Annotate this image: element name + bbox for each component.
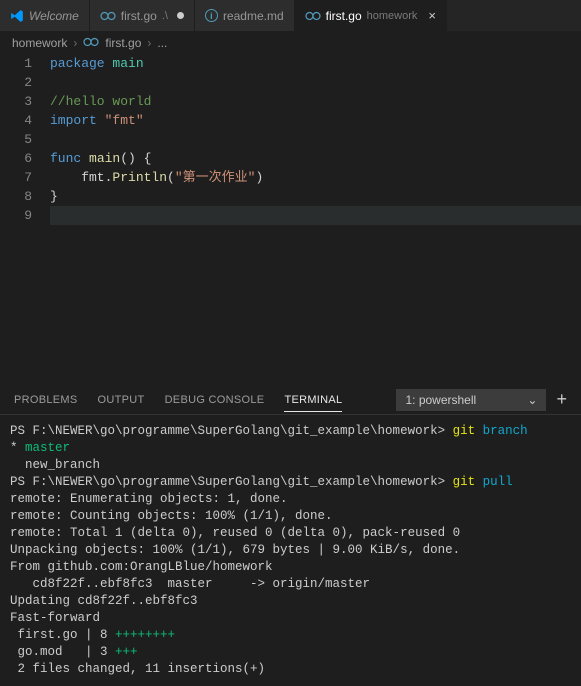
close-icon[interactable]: ×: [428, 8, 436, 23]
line-number: 8: [0, 187, 32, 206]
tab-3[interactable]: first.go homework ×: [295, 0, 447, 31]
tab-output[interactable]: OUTPUT: [98, 394, 145, 406]
terminal-line: remote: Total 1 (delta 0), reused 0 (del…: [10, 525, 571, 542]
terminal-line: Fast-forward: [10, 610, 571, 627]
code-line[interactable]: [50, 73, 581, 92]
code-line[interactable]: import "fmt": [50, 111, 581, 130]
go-icon: [100, 10, 116, 22]
line-gutter: 123456789: [0, 54, 50, 225]
tab-desc: .\: [162, 10, 168, 22]
code-line[interactable]: }: [50, 187, 581, 206]
line-number: 3: [0, 92, 32, 111]
code-line[interactable]: //hello world: [50, 92, 581, 111]
terminal-dropdown-label: 1: powershell: [405, 393, 476, 407]
terminal-dropdown[interactable]: 1: powershell ⌄: [396, 389, 546, 411]
chevron-right-icon: ›: [147, 36, 151, 50]
line-number: 7: [0, 168, 32, 187]
tab-0[interactable]: Welcome: [0, 0, 90, 31]
line-number: 5: [0, 130, 32, 149]
info-icon: i: [205, 9, 218, 22]
tab-terminal[interactable]: TERMINAL: [284, 394, 342, 412]
tab-problems[interactable]: PROBLEMS: [14, 394, 78, 406]
line-number: 1: [0, 54, 32, 73]
terminal-line: first.go | 8 ++++++++: [10, 627, 571, 644]
breadcrumb-ellipsis: ...: [157, 36, 167, 50]
tab-debug-console[interactable]: DEBUG CONSOLE: [165, 394, 265, 406]
chevron-down-icon: ⌄: [527, 393, 537, 407]
code-line[interactable]: [50, 130, 581, 149]
modified-icon: [177, 12, 184, 19]
code-editor[interactable]: 123456789 package main //hello worldimpo…: [0, 54, 581, 225]
go-icon: [83, 36, 99, 51]
tab-1[interactable]: first.go .\: [90, 0, 195, 31]
tab-label: first.go: [326, 9, 362, 23]
line-number: 9: [0, 206, 32, 225]
terminal-line: PS F:\NEWER\go\programme\SuperGolang\git…: [10, 423, 571, 440]
terminal-line: Updating cd8f22f..ebf8fc3: [10, 593, 571, 610]
tab-desc: homework: [367, 10, 418, 22]
terminal-line: new_branch: [10, 457, 571, 474]
terminal-line: remote: Enumerating objects: 1, done.: [10, 491, 571, 508]
new-terminal-button[interactable]: +: [556, 389, 567, 410]
terminal-line: * master: [10, 440, 571, 457]
code-line[interactable]: [50, 206, 581, 225]
terminal-line: From github.com:OrangLBlue/homework: [10, 559, 571, 576]
terminal-line: remote: Counting objects: 100% (1/1), do…: [10, 508, 571, 525]
line-number: 2: [0, 73, 32, 92]
code-line[interactable]: func main() {: [50, 149, 581, 168]
chevron-right-icon: ›: [73, 36, 77, 50]
terminal-line: go.mod | 3 +++: [10, 644, 571, 661]
code-line[interactable]: fmt.Println("第一次作业"): [50, 168, 581, 187]
tab-label: readme.md: [223, 9, 284, 23]
terminal-line: PS F:\NEWER\go\programme\SuperGolang\git…: [10, 474, 571, 491]
breadcrumb-folder: homework: [12, 36, 67, 50]
code-line[interactable]: package main: [50, 54, 581, 73]
tab-label: Welcome: [29, 9, 79, 23]
terminal-output[interactable]: PS F:\NEWER\go\programme\SuperGolang\git…: [0, 415, 581, 686]
breadcrumb-file: first.go: [105, 36, 141, 50]
breadcrumb[interactable]: homework › first.go › ...: [0, 32, 581, 54]
panel-tabs: PROBLEMS OUTPUT DEBUG CONSOLE TERMINAL 1…: [0, 385, 581, 415]
tab-2[interactable]: i readme.md: [195, 0, 295, 31]
code-body[interactable]: package main //hello worldimport "fmt" f…: [50, 54, 581, 225]
vscode-icon: [10, 9, 24, 23]
terminal-line: cd8f22f..ebf8fc3 master -> origin/master: [10, 576, 571, 593]
terminal-line: Unpacking objects: 100% (1/1), 679 bytes…: [10, 542, 571, 559]
line-number: 6: [0, 149, 32, 168]
tab-label: first.go: [121, 9, 157, 23]
line-number: 4: [0, 111, 32, 130]
editor-tabs: Welcome first.go .\ i readme.md first.go homew…: [0, 0, 581, 32]
go-icon: [305, 10, 321, 22]
